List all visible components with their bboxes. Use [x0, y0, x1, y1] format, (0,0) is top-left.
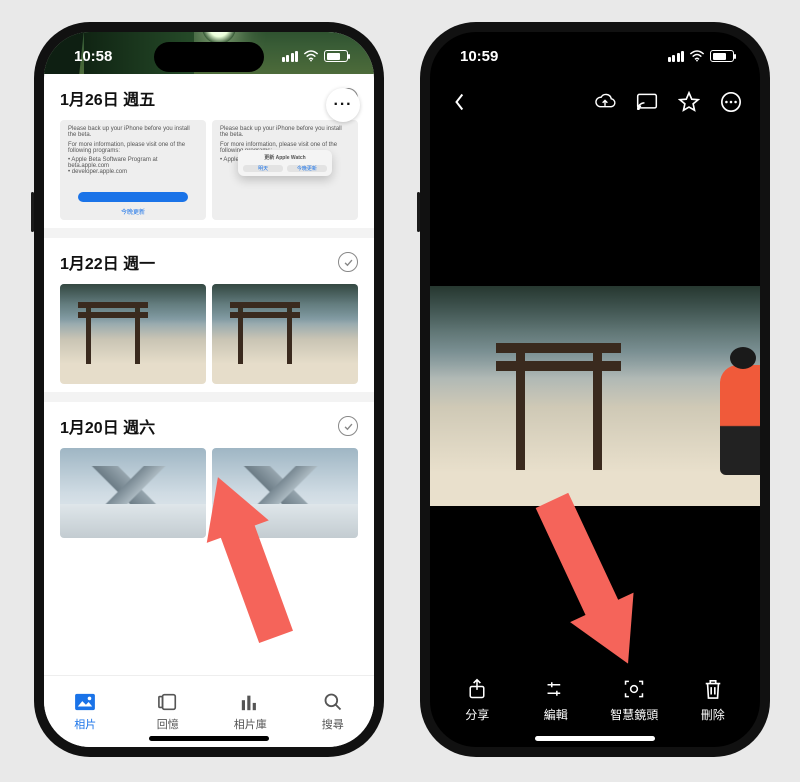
share-icon	[466, 678, 488, 700]
photo-thumb[interactable]: Please back up your iPhone before you in…	[60, 120, 206, 220]
more-icon: ···	[334, 96, 353, 114]
section-title: 1月20日 週六	[60, 414, 155, 438]
tab-label: 回憶	[157, 716, 179, 732]
memories-icon	[157, 692, 179, 712]
photo-thumb[interactable]: Please back up your iPhone before you in…	[212, 120, 358, 220]
left-screen: 10:58 ··· 1月26日 週五 Pl	[44, 32, 374, 747]
more-button[interactable]: ···	[326, 88, 360, 122]
section-title: 1月22日 週一	[60, 250, 155, 274]
wifi-icon	[689, 50, 705, 62]
photo-person	[720, 365, 760, 475]
photo-thumb[interactable]	[60, 284, 206, 384]
popup-btn: 今晚更新	[287, 165, 327, 172]
date-section: 1月26日 週五 Please back up your iPhone befo…	[44, 74, 374, 228]
battery-icon	[710, 50, 734, 62]
dynamic-island	[154, 42, 264, 72]
lens-icon	[623, 678, 645, 700]
status-right	[668, 50, 735, 62]
lens-button[interactable]: 智慧鏡頭	[595, 667, 674, 733]
trash-icon	[702, 678, 724, 700]
cast-button[interactable]	[636, 91, 658, 113]
photo-content	[430, 286, 760, 506]
photos-icon	[74, 692, 96, 712]
thumb-text: • developer.apple.com	[68, 169, 198, 175]
cloud-upload-button[interactable]	[594, 91, 616, 113]
tab-label: 搜尋	[322, 716, 344, 732]
tab-label: 相片庫	[234, 716, 267, 732]
delete-button[interactable]: 刪除	[674, 667, 753, 733]
cellular-icon	[282, 51, 299, 62]
cellular-icon	[668, 51, 685, 62]
button-label: 分享	[465, 706, 489, 723]
left-device: 10:58 ··· 1月26日 週五 Pl	[34, 22, 384, 757]
dynamic-island	[540, 42, 650, 72]
tab-search[interactable]: 搜尋	[292, 676, 375, 747]
battery-icon	[324, 50, 348, 62]
home-indicator[interactable]	[535, 736, 655, 741]
library-icon	[239, 692, 261, 712]
thumb-link: 今晚更新	[78, 207, 189, 215]
select-toggle[interactable]	[338, 416, 358, 436]
home-indicator[interactable]	[149, 736, 269, 741]
overflow-button[interactable]	[720, 91, 742, 113]
viewer-top-bar	[430, 80, 760, 124]
favorite-button[interactable]	[678, 91, 700, 113]
button-label: 智慧鏡頭	[610, 706, 658, 723]
right-device: 10:59	[420, 22, 770, 757]
tab-label: 相片	[74, 716, 96, 732]
edit-button[interactable]: 編輯	[517, 667, 596, 733]
select-toggle[interactable]	[338, 252, 358, 272]
photo-thumb[interactable]	[212, 284, 358, 384]
thumb-text: For more information, please visit one o…	[68, 142, 198, 154]
thumb-popup: 更新 Apple Watch 明天 今晚更新	[238, 150, 331, 176]
section-title: 1月26日 週五	[60, 86, 155, 110]
thumb-text: Please back up your iPhone before you in…	[68, 126, 198, 138]
date-section: 1月22日 週一	[44, 228, 374, 392]
search-icon	[322, 692, 344, 712]
popup-title: 更新 Apple Watch	[264, 155, 305, 161]
share-button[interactable]: 分享	[438, 667, 517, 733]
button-label: 刪除	[701, 706, 725, 723]
edit-icon	[545, 678, 567, 700]
thumb-text: Please back up your iPhone before you in…	[220, 126, 350, 138]
thumb-button	[78, 192, 189, 202]
viewer-bottom-bar: 分享 編輯 智慧鏡頭 刪除	[430, 667, 760, 747]
status-time: 10:59	[460, 48, 498, 65]
status-right	[282, 50, 349, 62]
wifi-icon	[303, 50, 319, 62]
popup-btn: 明天	[243, 165, 283, 172]
button-label: 編輯	[544, 706, 568, 723]
back-button[interactable]	[448, 91, 470, 113]
thumb-text: • Apple Beta Software Program at beta.ap…	[68, 157, 198, 169]
status-time: 10:58	[74, 48, 112, 65]
tab-photos[interactable]: 相片	[44, 676, 127, 747]
